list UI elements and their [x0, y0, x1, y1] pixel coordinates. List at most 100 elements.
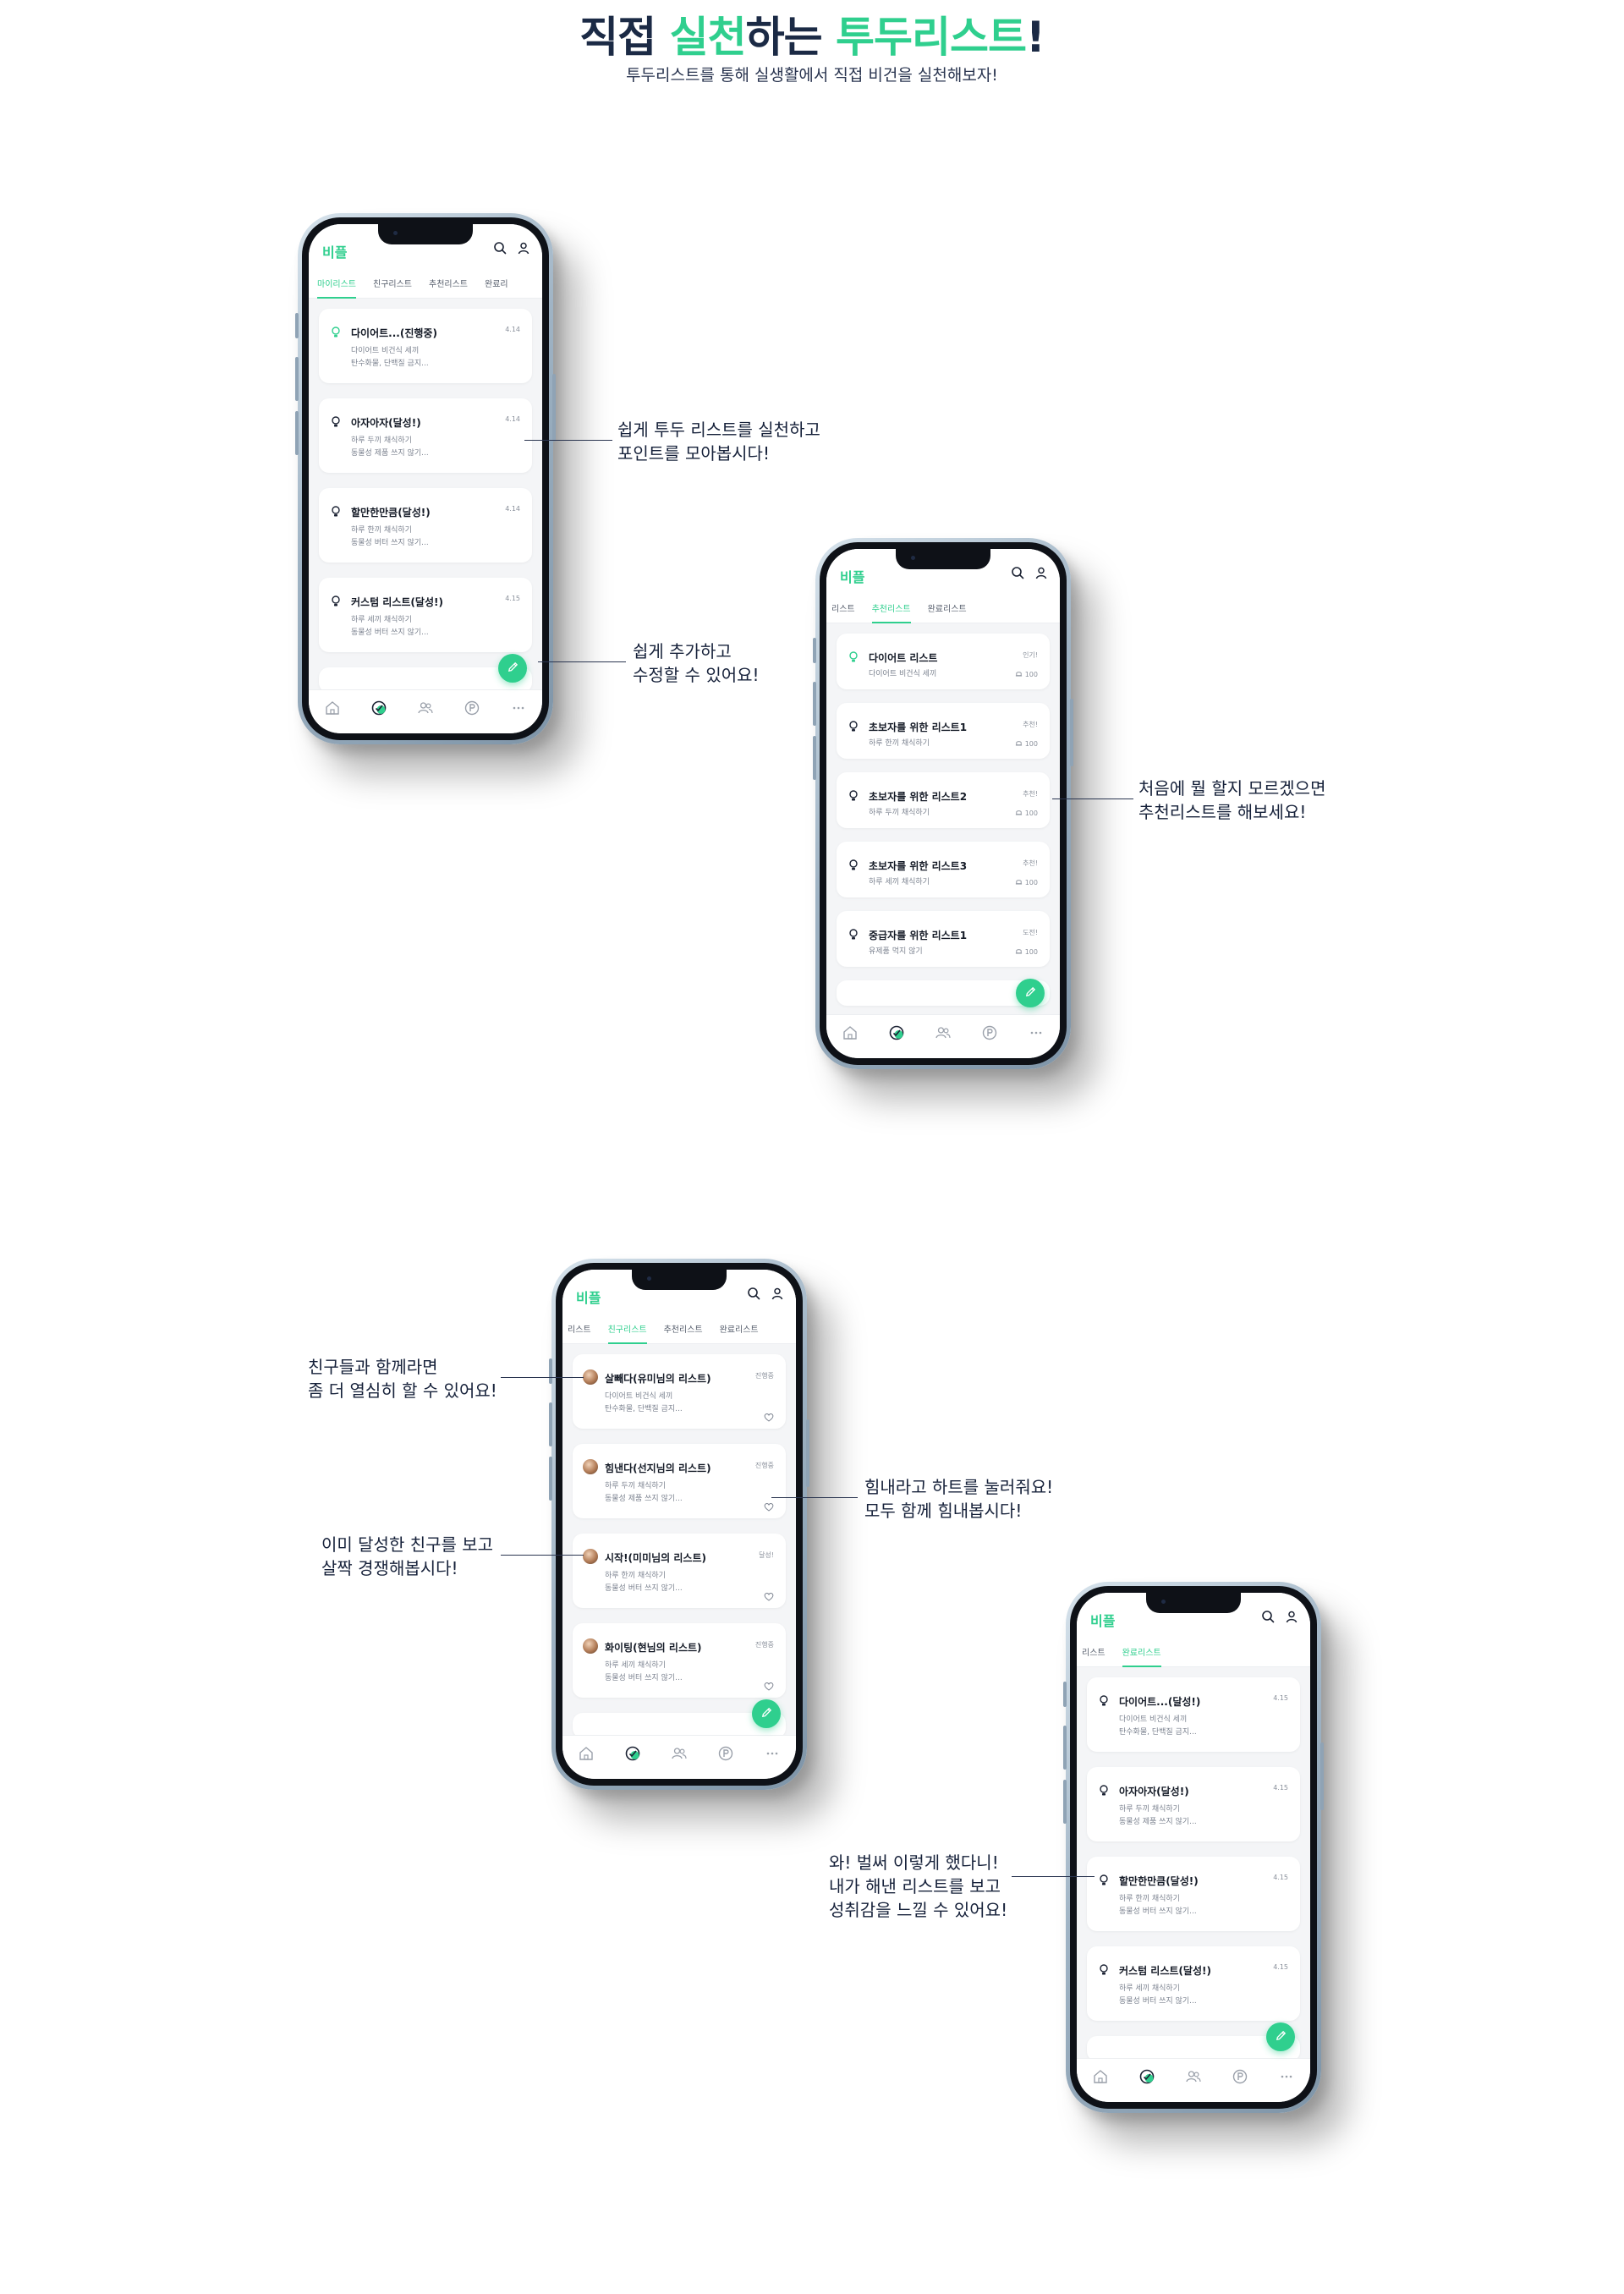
search-icon[interactable] [747, 1287, 760, 1300]
list-item[interactable]: 초보자를 위한 리스트1 추천! 하루 한끼 채식하기 100 [837, 703, 1050, 759]
item-title: 중급자를 위한 리스트1 [869, 930, 968, 941]
todo-icon[interactable] [888, 1024, 905, 1041]
item-badge: 추천! [1023, 859, 1038, 867]
item-badge: 4.15 [1273, 1963, 1288, 1971]
app-logo[interactable]: 비플 [1090, 1610, 1115, 1630]
add-todo-button[interactable] [498, 654, 527, 683]
list-item[interactable]: 할만한만큼(달성!) 4.15 하루 한끼 채식하기 동물성 버터 쓰지 않기... [1087, 1857, 1300, 1931]
heart-icon[interactable] [764, 1409, 774, 1422]
app-logo[interactable]: 비플 [576, 1287, 601, 1307]
tab-item[interactable]: 리스트 [826, 593, 864, 623]
list-item[interactable]: 초보자를 위한 리스트3 추천! 하루 세끼 채식하기 100 [837, 842, 1050, 897]
bell-icon [1015, 739, 1023, 749]
user-icon[interactable] [1034, 566, 1048, 579]
list-item[interactable]: 할만한만큼(달성!) 4.14 하루 한끼 채식하기 동물성 버터 쓰지 않기... [319, 488, 532, 563]
home-icon[interactable] [324, 700, 341, 716]
tab-item[interactable]: 리스트 [562, 1314, 600, 1344]
heart-icon[interactable] [764, 1678, 774, 1691]
avatar [583, 1638, 598, 1654]
item-badge: 4.14 [505, 505, 520, 513]
item-title: 살빼다(유미님의 리스트) [605, 1373, 711, 1385]
tab-item[interactable]: 친구리스트 [365, 268, 420, 299]
tab-item[interactable]: 친구리스트 [600, 1314, 656, 1344]
tab-item[interactable]: 추천리스트 [864, 593, 919, 623]
bottom-nav [1077, 2058, 1310, 2102]
bulb-icon [848, 928, 859, 940]
tab-item[interactable]: 추천리스트 [420, 268, 476, 299]
tab-item[interactable]: 마이리스트 [309, 268, 365, 299]
tab-item[interactable]: 추천리스트 [656, 1314, 711, 1344]
more-icon[interactable] [1028, 1024, 1045, 1041]
home-icon[interactable] [1092, 2068, 1109, 2085]
tab-item[interactable]: 완료리스트 [1114, 1637, 1170, 1667]
friends-icon[interactable] [417, 700, 434, 716]
todo-list: 다이어트...(진행중) 4.14 다이어트 비건식 세끼 탄수화물, 단백질 금지.… [319, 309, 532, 708]
tab-item[interactable]: 리스트 [1077, 1637, 1114, 1667]
user-icon[interactable] [771, 1287, 784, 1300]
point-icon[interactable] [1232, 2068, 1248, 2085]
more-icon[interactable] [1278, 2068, 1295, 2085]
item-count: 100 [1015, 739, 1038, 749]
item-title: 커스텀 리스트(달성!) [1119, 1965, 1211, 1977]
tab-bar: 마이리스트 친구리스트 추천리스트 완료리 [309, 268, 542, 299]
add-todo-button[interactable] [752, 1699, 781, 1728]
search-icon[interactable] [1261, 1610, 1275, 1623]
list-item[interactable]: 초보자를 위한 리스트2 추천! 하루 두끼 채식하기 100 [837, 772, 1050, 828]
home-icon[interactable] [842, 1024, 859, 1041]
tab-item[interactable]: 완료리스트 [919, 593, 975, 623]
item-title: 아자아자(달성!) [351, 417, 421, 429]
phone-notch [632, 1270, 727, 1290]
list-item[interactable]: 중급자를 위한 리스트1 도전! 유제품 먹지 않기 100 [837, 911, 1050, 967]
more-icon[interactable] [764, 1745, 781, 1762]
app-logo[interactable]: 비플 [840, 566, 864, 586]
bell-icon [1015, 878, 1023, 887]
user-icon[interactable] [517, 241, 530, 255]
home-icon[interactable] [578, 1745, 595, 1762]
item-desc: 하루 두끼 채식하기 [1119, 1805, 1180, 1814]
bell-icon [1015, 670, 1023, 679]
heart-icon[interactable] [764, 1499, 774, 1512]
app-logo[interactable]: 비플 [322, 241, 347, 261]
list-item[interactable]: 커스텀 리스트(달성!) 4.15 하루 세끼 채식하기 동물성 버터 쓰지 않기..… [1087, 1946, 1300, 2021]
tab-item[interactable]: 완료리스트 [711, 1314, 767, 1344]
add-todo-button[interactable] [1016, 979, 1045, 1007]
user-icon[interactable] [1285, 1610, 1298, 1623]
list-item[interactable]: 화이팅(현님의 리스트) 진행중 하루 세끼 채식하기 동물성 버터 쓰지 않기... [573, 1623, 786, 1698]
list-item[interactable]: 아자아자(달성!) 4.15 하루 두끼 채식하기 동물성 제품 쓰지 않기... [1087, 1767, 1300, 1841]
callout-practice: 쉽게 투두 리스트를 실천하고 포인트를 모아봅시다! [617, 420, 820, 464]
more-icon[interactable] [510, 700, 527, 716]
todo-list: 다이어트 리스트 인기! 다이어트 비건식 세끼 100 초보자를 위한 리스트1 추천!… [837, 634, 1050, 1021]
todo-icon[interactable] [370, 700, 387, 716]
point-icon[interactable] [981, 1024, 998, 1041]
todo-icon[interactable] [1138, 2068, 1155, 2085]
item-count: 100 [1015, 670, 1038, 679]
list-item[interactable]: 살빼다(유미님의 리스트) 진행중 다이어트 비건식 세끼 탄수화물, 단백질 금지.… [573, 1354, 786, 1429]
friends-icon[interactable] [935, 1024, 952, 1041]
item-desc: 유제품 먹지 않기 [869, 947, 923, 956]
list-item[interactable]: 힘낸다(선지님의 리스트) 진행중 하루 두끼 채식하기 동물성 제품 쓰지 않기..… [573, 1444, 786, 1518]
list-item[interactable]: 다이어트...(달성!) 4.15 다이어트 비건식 세끼 탄수화물, 단백질 금지.… [1087, 1677, 1300, 1752]
list-item[interactable]: 커스텀 리스트(달성!) 4.15 하루 세끼 채식하기 동물성 버터 쓰지 않기..… [319, 578, 532, 652]
bulb-icon [331, 595, 341, 606]
list-item[interactable]: 아자아자(달성!) 4.14 하루 두끼 채식하기 동물성 제품 쓰지 않기... [319, 398, 532, 473]
list-item[interactable]: 다이어트 리스트 인기! 다이어트 비건식 세끼 100 [837, 634, 1050, 689]
todo-icon[interactable] [624, 1745, 641, 1762]
friends-icon[interactable] [671, 1745, 688, 1762]
item-desc: 하루 두끼 채식하기 [869, 809, 930, 817]
item-title: 다이어트 리스트 [869, 652, 938, 664]
item-badge: 진행중 [754, 1372, 774, 1380]
list-item[interactable]: 시작!(미미님의 리스트) 달성! 하루 한끼 채식하기 동물성 버터 쓰지 않기..… [573, 1534, 786, 1608]
search-icon[interactable] [1011, 566, 1024, 579]
bulb-icon [331, 415, 341, 427]
item-title: 아자아자(달성!) [1119, 1786, 1189, 1797]
add-todo-button[interactable] [1266, 2022, 1295, 2051]
point-icon[interactable] [464, 700, 480, 716]
list-item[interactable]: 다이어트...(진행중) 4.14 다이어트 비건식 세끼 탄수화물, 단백질 금지.… [319, 309, 532, 383]
tab-item[interactable]: 완료리 [476, 268, 517, 299]
item-desc: 동물성 버터 쓰지 않기... [1119, 1997, 1197, 2006]
search-icon[interactable] [493, 241, 507, 255]
heart-icon[interactable] [764, 1589, 774, 1601]
callout-heart: 힘내라고 하트를 눌러줘요! 모두 함께 힘내봅시다! [864, 1477, 1054, 1521]
point-icon[interactable] [717, 1745, 734, 1762]
friends-icon[interactable] [1185, 2068, 1202, 2085]
